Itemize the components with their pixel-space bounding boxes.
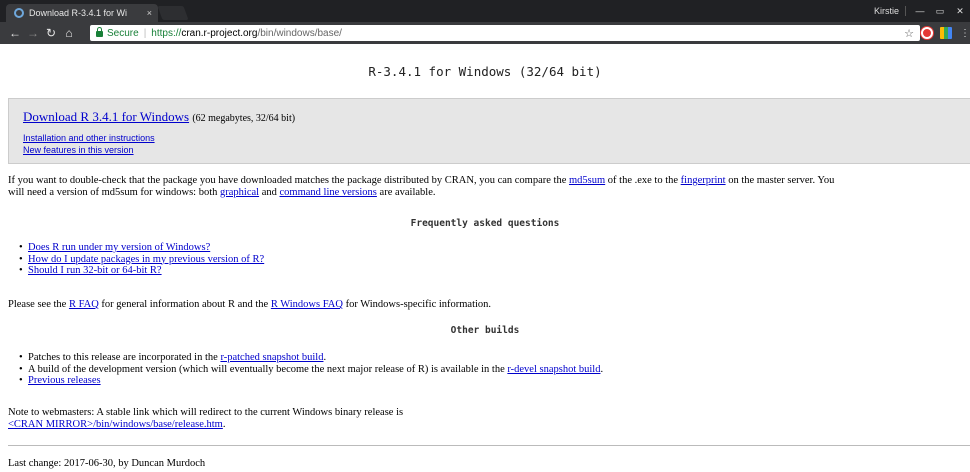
lock-icon bbox=[96, 27, 103, 37]
download-link[interactable]: Download R 3.4.1 for Windows bbox=[23, 109, 189, 124]
secure-label: Secure bbox=[107, 27, 139, 39]
r-patched-link[interactable]: r-patched snapshot build bbox=[220, 352, 323, 363]
features-link[interactable]: New features in this version bbox=[23, 145, 134, 155]
back-icon[interactable]: ← bbox=[6, 26, 24, 40]
features-line: New features in this version bbox=[23, 145, 134, 155]
home-icon[interactable]: ⌂ bbox=[60, 26, 78, 40]
faq-note-text: Please see the bbox=[8, 299, 69, 310]
new-tab-button[interactable] bbox=[157, 6, 189, 20]
tab-close-icon[interactable]: × bbox=[147, 8, 152, 18]
graphical-link[interactable]: graphical bbox=[220, 187, 259, 198]
checksum-paragraph: If you want to double-check that the pac… bbox=[8, 175, 834, 199]
last-change: Last change: 2017-06-30, by Duncan Murdo… bbox=[8, 458, 206, 469]
faq-item: How do I update packages in my previous … bbox=[19, 254, 264, 266]
webmasters-text: Note to webmasters: A stable link which … bbox=[8, 407, 404, 418]
r-favicon-icon bbox=[14, 8, 24, 18]
profile-name[interactable]: Kirstie bbox=[868, 6, 906, 16]
close-window-icon[interactable]: ✕ bbox=[950, 6, 970, 17]
command-line-link[interactable]: command line versions bbox=[280, 187, 377, 198]
faq-note: Please see the R FAQ for general informa… bbox=[8, 299, 491, 311]
faq-item: Does R run under my version of Windows? bbox=[19, 242, 264, 254]
other-build-text: A build of the development version (whic… bbox=[28, 363, 508, 375]
checksum-text: are available. bbox=[376, 187, 436, 198]
install-line: Installation and other instructions bbox=[23, 133, 155, 143]
address-separator: | bbox=[143, 27, 147, 39]
tab-title: Download R-3.4.1 for Wi bbox=[29, 8, 128, 18]
faq-list: Does R run under my version of Windows? … bbox=[19, 242, 264, 277]
faq-link[interactable]: Should I run 32-bit or 64-bit R? bbox=[28, 265, 162, 276]
checksum-text: and bbox=[259, 187, 280, 198]
page-title: R-3.4.1 for Windows (32/64 bit) bbox=[368, 64, 602, 79]
release-link[interactable]: <CRAN MIRROR>/bin/windows/base/release.h… bbox=[8, 419, 223, 430]
fingerprint-link[interactable]: fingerprint bbox=[681, 175, 726, 186]
download-box: Download R 3.4.1 for Windows (62 megabyt… bbox=[8, 98, 970, 164]
webmasters-text: . bbox=[222, 419, 226, 430]
browser-toolbar: ← → ↻ ⌂ Secure | https:// cran.r-project… bbox=[0, 22, 970, 44]
webmasters-note: Note to webmasters: A stable link which … bbox=[8, 407, 403, 431]
faq-note-text: for general information about R and the bbox=[98, 299, 271, 310]
other-build-item: Previous releases bbox=[19, 375, 603, 387]
install-link[interactable]: Installation and other instructions bbox=[23, 133, 155, 143]
faq-heading: Frequently asked questions bbox=[410, 218, 560, 229]
faq-note-text: for Windows-specific information. bbox=[342, 299, 492, 310]
other-build-item: A build of the development version (whic… bbox=[19, 363, 604, 376]
download-line: Download R 3.4.1 for Windows (62 megabyt… bbox=[23, 109, 295, 125]
other-build-item: Patches to this release are incorporated… bbox=[19, 352, 603, 364]
faq-link[interactable]: Does R run under my version of Windows? bbox=[28, 242, 210, 253]
minimize-icon[interactable]: — bbox=[910, 6, 930, 16]
checksum-text: of the .exe to the bbox=[605, 175, 681, 186]
divider bbox=[8, 445, 970, 446]
md5sum-link[interactable]: md5sum bbox=[569, 175, 605, 186]
other-builds-list: Patches to this release are incorporated… bbox=[19, 352, 604, 387]
menu-icon[interactable]: ⋮ bbox=[960, 28, 970, 39]
faq-item: Should I run 32-bit or 64-bit R? bbox=[19, 265, 264, 277]
url-path: /bin/windows/base/ bbox=[257, 27, 342, 39]
other-builds-heading: Other builds bbox=[450, 325, 520, 336]
browser-tab[interactable]: Download R-3.4.1 for Wi × bbox=[6, 4, 158, 22]
extension-icon[interactable] bbox=[940, 27, 952, 39]
star-icon[interactable]: ☆ bbox=[904, 27, 914, 40]
checksum-text: If you want to double-check that the pac… bbox=[8, 175, 569, 186]
r-faq-link[interactable]: R FAQ bbox=[69, 299, 99, 310]
url-scheme: https:// bbox=[151, 27, 182, 39]
restore-icon[interactable]: ▭ bbox=[930, 6, 950, 17]
checksum-text: on the master server. You bbox=[725, 175, 835, 186]
download-size: (62 megabytes, 32/64 bit) bbox=[192, 113, 296, 124]
url-host: cran.r-project.org bbox=[181, 27, 258, 39]
reload-icon[interactable]: ↻ bbox=[42, 26, 60, 40]
other-build-text: Patches to this release are incorporated… bbox=[28, 352, 221, 363]
forward-icon[interactable]: → bbox=[24, 26, 42, 40]
window-controls: Kirstie — ▭ ✕ bbox=[868, 0, 970, 22]
checksum-text: will need a version of md5sum for window… bbox=[8, 187, 221, 198]
other-build-text: . bbox=[323, 352, 327, 363]
faq-link[interactable]: How do I update packages in my previous … bbox=[28, 254, 264, 265]
other-build-text: . bbox=[600, 363, 604, 375]
address-bar[interactable]: Secure | https:// cran.r-project.org /bi… bbox=[90, 25, 920, 41]
opera-icon[interactable] bbox=[921, 27, 933, 39]
previous-releases-link[interactable]: Previous releases bbox=[28, 375, 101, 386]
r-devel-link[interactable]: r-devel snapshot build bbox=[507, 364, 600, 375]
r-windows-faq-link[interactable]: R Windows FAQ bbox=[271, 299, 343, 310]
tab-strip: Download R-3.4.1 for Wi × Kirstie — ▭ ✕ bbox=[0, 0, 970, 22]
web-page: R-3.4.1 for Windows (32/64 bit) Download… bbox=[0, 44, 970, 472]
